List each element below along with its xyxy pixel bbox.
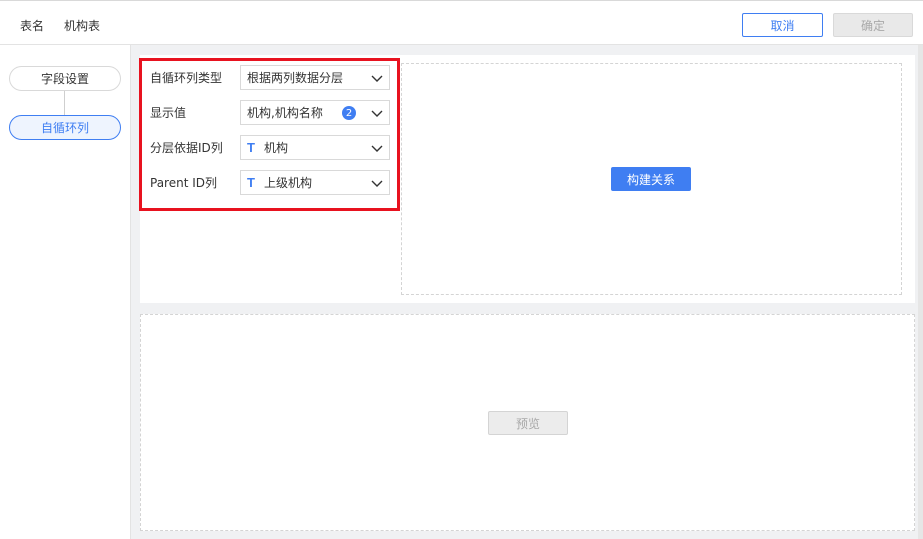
table-name: 机构表 xyxy=(64,19,101,33)
scrollbar-track[interactable] xyxy=(918,45,923,539)
table-label: 表名 xyxy=(20,19,45,33)
step-self-loop-column[interactable]: 自循环列 xyxy=(9,115,121,140)
cancel-button[interactable]: 取消 xyxy=(742,13,823,37)
step-connector xyxy=(64,91,65,115)
top-bar: 表名 机构表 取消 确定 xyxy=(0,0,923,45)
highlight-box xyxy=(139,58,400,211)
step-field-settings[interactable]: 字段设置 xyxy=(9,66,121,91)
confirm-button[interactable]: 确定 xyxy=(833,13,913,37)
preview-button[interactable]: 预览 xyxy=(488,411,568,435)
build-relation-button[interactable]: 构建关系 xyxy=(611,167,691,191)
step-sidebar: 字段设置 自循环列 xyxy=(0,45,131,539)
